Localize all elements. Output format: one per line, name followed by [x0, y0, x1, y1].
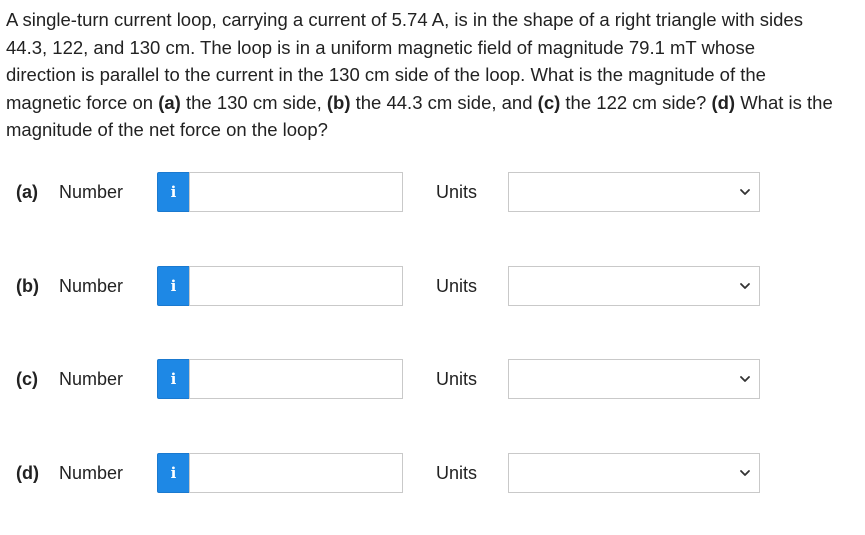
number-input-b[interactable]: [189, 266, 403, 306]
number-label-a: Number: [59, 182, 124, 202]
chevron-down-icon: [740, 283, 750, 289]
question-line-4: magnetic force on (a) the 130 cm side, (…: [6, 91, 833, 113]
chevron-down-icon: [740, 376, 750, 382]
part-label-b: (b): [16, 276, 39, 296]
units-label-d: Units: [436, 463, 478, 483]
number-label-c: Number: [59, 369, 124, 389]
info-button-d[interactable]: i: [157, 453, 190, 493]
number-label-b: Number: [59, 276, 124, 296]
info-button-b[interactable]: i: [157, 266, 190, 306]
chevron-down-icon: [740, 470, 750, 476]
units-label-b: Units: [436, 276, 478, 296]
info-icon: i: [170, 463, 177, 482]
units-select-b[interactable]: [508, 266, 760, 306]
question-text: A single-turn current loop, carrying a c…: [6, 6, 861, 144]
answer-row-a: (a) Number i Units: [0, 171, 865, 213]
part-label-a: (a): [16, 182, 38, 202]
answer-row-c: (c) Number i Units: [0, 358, 865, 400]
units-select-a[interactable]: [508, 172, 760, 212]
part-label-c: (c): [16, 369, 38, 389]
number-input-a[interactable]: [189, 172, 403, 212]
info-icon: i: [170, 369, 177, 388]
units-select-c[interactable]: [508, 359, 760, 399]
info-icon: i: [170, 182, 177, 201]
number-input-d[interactable]: [189, 453, 403, 493]
question-line-3: direction is parallel to the current in …: [6, 64, 766, 85]
info-button-a[interactable]: i: [157, 172, 190, 212]
question-line-2: 44.3, 122, and 130 cm. The loop is in a …: [6, 36, 756, 58]
info-icon: i: [170, 276, 177, 295]
number-input-c[interactable]: [189, 359, 403, 399]
question-line-1: A single-turn current loop, carrying a c…: [6, 9, 803, 30]
chevron-down-icon: [740, 189, 750, 195]
info-button-c[interactable]: i: [157, 359, 190, 399]
question-page: A single-turn current loop, carrying a c…: [0, 0, 865, 535]
part-label-d: (d): [16, 463, 39, 483]
units-select-d[interactable]: [508, 453, 760, 493]
units-label-a: Units: [436, 182, 478, 202]
number-label-d: Number: [59, 463, 124, 483]
units-label-c: Units: [436, 369, 478, 389]
question-line-5: magnitude of the net force on the loop?: [6, 119, 328, 140]
answer-row-b: (b) Number i Units: [0, 265, 865, 307]
answer-row-d: (d) Number i Units: [0, 452, 865, 494]
